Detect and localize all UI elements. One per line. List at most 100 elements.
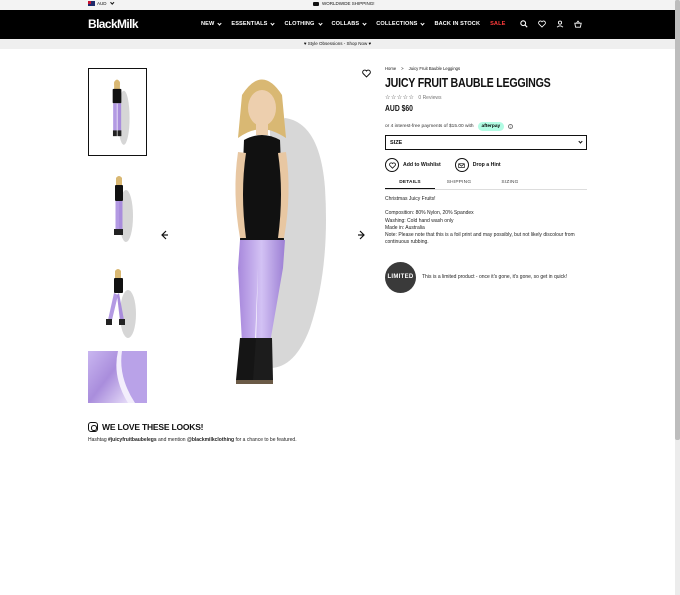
main-nav: NEW ESSENTIALS CLOTHING COLLABS COLLECTI…: [201, 20, 505, 27]
details-washing: Washing: Cold hand wash only: [385, 217, 454, 224]
model-side-thumbnail-image: [88, 166, 147, 254]
search-icon[interactable]: [520, 20, 528, 28]
nav-label: BACK IN STOCK: [434, 21, 481, 27]
drop-a-hint-button[interactable]: Drop a Hint: [454, 158, 501, 172]
product-tabs: DETAILS SHIPPING SIZING: [385, 180, 587, 189]
nav-label: ESSENTIALS: [231, 21, 268, 27]
breadcrumb-separator: >: [401, 66, 404, 71]
looks-text-suffix: for a chance to be featured.: [234, 437, 297, 443]
tab-details[interactable]: DETAILS: [385, 180, 435, 189]
nav-item-sale[interactable]: SALE: [490, 21, 505, 27]
thumbnail-4[interactable]: [88, 351, 147, 403]
tab-divider: [385, 189, 587, 190]
chevron-down-icon: [317, 20, 323, 26]
page-scrollbar[interactable]: [675, 0, 680, 595]
thumbnail-1[interactable]: [88, 68, 147, 156]
looks-text-prefix: Hashtag: [88, 437, 109, 443]
nav-item-essentials[interactable]: ESSENTIALS: [231, 20, 276, 27]
top-utility-bar: AUD WORLDWIDE SHIPPING!: [0, 0, 675, 10]
looks-handle[interactable]: @blackmilkclothing: [187, 437, 234, 443]
add-to-wishlist-button[interactable]: Add to Wishlist: [385, 158, 441, 172]
australia-flag-icon: [88, 1, 95, 6]
promo-banner[interactable]: ♥ Style Obsessions - Shop Now ♥: [0, 39, 675, 49]
heart-icon[interactable]: [538, 20, 546, 28]
looks-section: WE LOVE THESE LOOKS! Hashtag #juicyfruit…: [88, 422, 297, 443]
thumbnail-3[interactable]: [88, 264, 147, 352]
chevron-down-icon: [362, 20, 367, 26]
tab-shipping[interactable]: SHIPPING: [435, 180, 483, 189]
size-select-label: SIZE: [390, 139, 403, 146]
site-logo[interactable]: BlackMilk: [88, 17, 139, 31]
nav-label: COLLECTIONS: [376, 21, 418, 27]
nav-item-collections[interactable]: COLLECTIONS: [376, 20, 426, 27]
review-count[interactable]: 0 Reviews: [418, 95, 441, 101]
nav-item-back-in-stock[interactable]: BACK IN STOCK: [434, 21, 480, 27]
shipping-banner: WORLDWIDE SHIPPING!: [313, 1, 375, 6]
details-composition: Composition: 80% Nylon, 20% Spandex: [385, 210, 474, 217]
envelope-icon: [454, 158, 469, 172]
shipping-text: WORLDWIDE SHIPPING!: [322, 1, 375, 6]
nav-item-clothing[interactable]: CLOTHING: [284, 20, 323, 27]
previous-image-arrow-icon[interactable]: [159, 230, 169, 240]
afterpay-badge[interactable]: afterpay: [477, 122, 505, 131]
afterpay-text: or 4 interest-free payments of $15.00 wi…: [385, 124, 474, 129]
details-note: Note: Please note that this is a foil pr…: [385, 232, 575, 246]
chevron-down-icon: [109, 0, 114, 5]
wishlist-heart-icon[interactable]: [362, 69, 371, 78]
user-icon[interactable]: [556, 20, 564, 28]
basket-icon[interactable]: [574, 20, 582, 28]
chevron-down-icon: [217, 20, 222, 26]
main-navbar: BlackMilk NEW ESSENTIALS CLOTHING COLLAB…: [0, 10, 675, 39]
tab-sizing[interactable]: SIZING: [483, 180, 537, 189]
header-icons: [520, 20, 582, 28]
nav-item-collabs[interactable]: COLLABS: [331, 20, 367, 27]
add-to-wishlist-label: Add to Wishlist: [403, 162, 441, 168]
nav-label: COLLABS: [331, 21, 360, 27]
model-wearing-leggings-image: [160, 68, 370, 403]
info-icon[interactable]: i: [508, 124, 514, 129]
heart-icon: [385, 158, 399, 172]
currency-selector[interactable]: AUD: [88, 0, 114, 6]
drop-a-hint-label: Drop a Hint: [472, 162, 501, 168]
product-info: Home > Juicy Fruit Bauble Leggings JUICY…: [385, 66, 590, 293]
model-thumbnail-image: [89, 69, 146, 155]
chevron-down-icon: [578, 139, 583, 144]
instagram-icon[interactable]: [88, 422, 98, 432]
details-made-in: Made in: Australia: [385, 224, 425, 231]
nav-label: CLOTHING: [284, 21, 315, 27]
product-price: AUD $60: [385, 104, 413, 113]
nav-label: SALE: [490, 21, 506, 27]
product-title: JUICY FRUIT BAUBLE LEGGINGS: [385, 75, 551, 90]
breadcrumb-home[interactable]: Home: [385, 66, 396, 71]
looks-title-text: WE LOVE THESE LOOKS!: [102, 422, 204, 432]
looks-heading: WE LOVE THESE LOOKS!: [88, 422, 297, 432]
details-panel: Christmas Juicy Fruits! Composition: 80%…: [385, 196, 590, 247]
looks-text-middle: and mention: [156, 437, 187, 443]
breadcrumb-current: Juicy Fruit Bauble Leggings: [408, 66, 461, 71]
afterpay-message: or 4 interest-free payments of $15.00 wi…: [385, 122, 590, 131]
next-image-arrow-icon[interactable]: [357, 230, 367, 240]
model-pose-thumbnail-image: [88, 264, 147, 352]
fabric-closeup-thumbnail-image: [88, 351, 147, 403]
scrollbar-thumb[interactable]: [675, 0, 680, 440]
looks-description: Hashtag #juicyfruitbaubelegs and mention…: [88, 437, 297, 443]
thumbnail-2[interactable]: [88, 166, 147, 254]
product-actions: Add to Wishlist Drop a Hint: [385, 158, 590, 172]
limited-notice: LIMITED This is a limited product - once…: [385, 261, 590, 293]
main-product-image[interactable]: [160, 68, 370, 403]
currency-label: AUD: [97, 1, 107, 6]
star-rating: ☆☆☆☆☆: [385, 95, 415, 101]
breadcrumb: Home > Juicy Fruit Bauble Leggings: [385, 66, 590, 71]
review-summary[interactable]: ☆☆☆☆☆ 0 Reviews: [385, 94, 590, 102]
looks-hashtag[interactable]: #juicyfruitbaubelegs: [108, 437, 157, 443]
size-select[interactable]: SIZE: [385, 135, 587, 150]
nav-item-new[interactable]: NEW: [201, 20, 222, 27]
details-intro: Christmas Juicy Fruits!: [385, 196, 436, 202]
chevron-down-icon: [420, 20, 426, 26]
truck-icon: [313, 1, 319, 6]
limited-badge: LIMITED: [385, 261, 416, 293]
chevron-down-icon: [270, 20, 276, 26]
nav-label: NEW: [201, 21, 215, 27]
details-spacer: [385, 203, 590, 210]
limited-text: This is a limited product - once it's go…: [422, 274, 568, 281]
